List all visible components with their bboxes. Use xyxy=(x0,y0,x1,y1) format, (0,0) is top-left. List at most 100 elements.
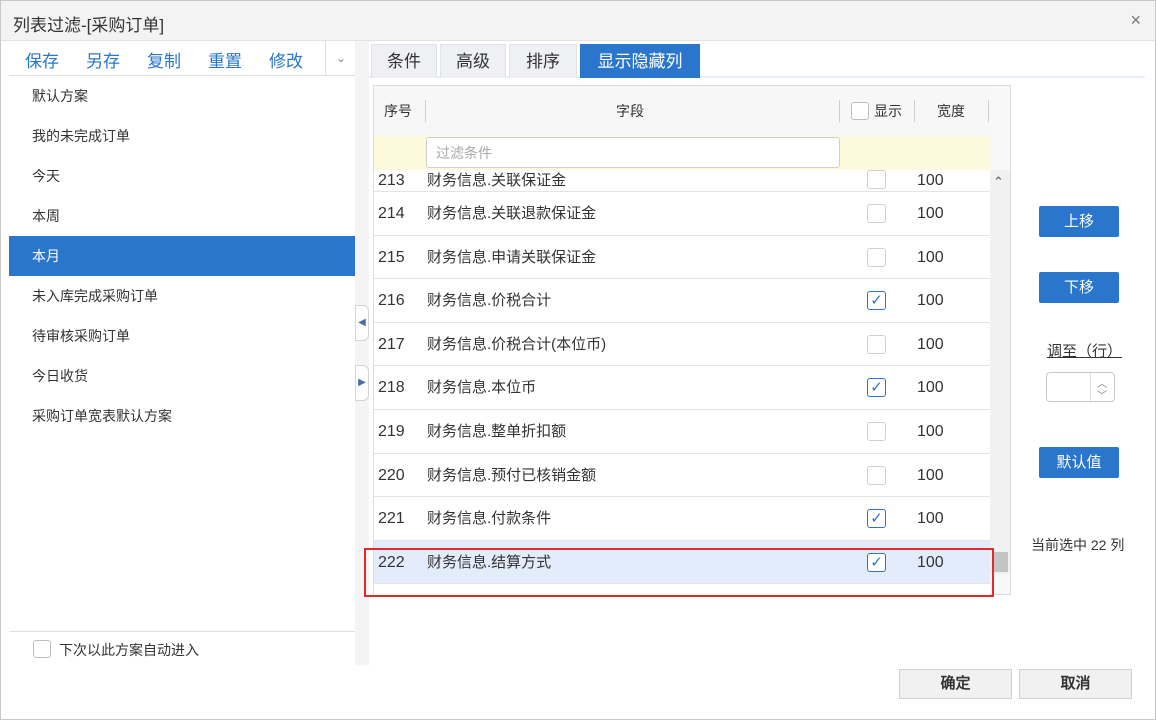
tab-bar: 条件 高级 排序 显示隐藏列 xyxy=(369,44,1145,78)
tab-show-hide-columns[interactable]: 显示隐藏列 xyxy=(580,44,700,78)
row-width[interactable]: 100 xyxy=(917,454,944,497)
table-row[interactable]: 215 财务信息.申请关联保证金 100 xyxy=(374,235,990,280)
scroll-thumb[interactable] xyxy=(992,552,1008,572)
modify-button[interactable]: 修改 xyxy=(269,47,303,72)
table-row[interactable]: 219 财务信息.整单折扣额 100 xyxy=(374,410,990,454)
dialog-title: 列表过滤-[采购订单] xyxy=(13,16,165,35)
scheme-item[interactable]: 今天 xyxy=(9,156,355,196)
table-row[interactable]: 218 财务信息.本位币 ✓ 100 xyxy=(374,366,990,410)
tab-sort[interactable]: 排序 xyxy=(509,44,577,78)
row-width[interactable]: 100 xyxy=(917,236,944,279)
scheme-item[interactable]: 待审核采购订单 xyxy=(9,316,355,356)
table-row[interactable]: 220 财务信息.预付已核销金额 100 xyxy=(374,453,990,498)
chevron-down-icon[interactable]: ⌄ xyxy=(325,41,356,76)
checkmark-icon: ✓ xyxy=(870,510,883,528)
row-seq: 222 xyxy=(378,553,405,571)
cancel-button[interactable]: 取消 xyxy=(1019,669,1132,699)
scheme-item[interactable]: 本月 xyxy=(9,236,355,276)
header-divider[interactable] xyxy=(914,100,915,122)
checkmark-icon: ✓ xyxy=(870,292,883,310)
header-width: 宽度 xyxy=(937,103,965,119)
filter-input[interactable] xyxy=(426,137,840,168)
table-row[interactable]: 221 财务信息.付款条件 ✓ 100 xyxy=(374,497,990,541)
row-field: 财务信息.付款条件 xyxy=(427,510,552,528)
chevron-down-icon[interactable]: ﹀ xyxy=(1097,387,1107,402)
row-width[interactable]: 100 xyxy=(917,170,944,192)
show-checkbox[interactable]: ✓ xyxy=(867,291,886,311)
auto-enter-row: 下次以此方案自动进入 xyxy=(9,631,356,665)
chevron-up-icon[interactable]: ⌃ xyxy=(993,174,1004,190)
scheme-item[interactable]: 默认方案 xyxy=(9,76,355,116)
title-bar: 列表过滤-[采购订单] × xyxy=(1,1,1155,41)
move-up-button[interactable]: 上移 xyxy=(1039,206,1119,237)
triangle-left-icon[interactable]: ◀ xyxy=(355,305,369,341)
row-seq: 219 xyxy=(378,423,405,440)
scheme-list: 默认方案 我的未完成订单 今天 本周 本月 未入库完成采购订单 待审核采购订单 今日收货 采购订… xyxy=(9,76,355,436)
show-all-checkbox[interactable] xyxy=(851,102,869,120)
row-width[interactable]: 100 xyxy=(917,410,944,453)
row-seq: 220 xyxy=(378,466,405,484)
reset-button[interactable]: 重置 xyxy=(208,47,242,72)
scheme-toolbar: 保存 另存 复制 重置 修改 ⌄ xyxy=(9,41,356,76)
header-divider[interactable] xyxy=(839,100,840,122)
checkmark-icon: ✓ xyxy=(870,553,883,571)
show-checkbox[interactable] xyxy=(867,334,886,354)
row-width[interactable]: 100 xyxy=(917,323,944,366)
scheme-item[interactable]: 我的未完成订单 xyxy=(9,116,355,156)
header-divider[interactable] xyxy=(988,100,989,122)
scheme-item[interactable]: 采购订单宽表默认方案 xyxy=(9,396,355,436)
row-width[interactable]: 100 xyxy=(917,279,944,322)
show-checkbox[interactable] xyxy=(867,204,886,223)
triangle-right-icon[interactable]: ▶ xyxy=(355,365,369,401)
row-seq: 218 xyxy=(378,379,405,397)
row-width[interactable]: 100 xyxy=(917,192,944,235)
show-checkbox[interactable]: ✓ xyxy=(867,378,886,398)
default-button[interactable]: 默认值 xyxy=(1039,447,1119,478)
show-checkbox[interactable] xyxy=(867,465,886,485)
tab-advanced[interactable]: 高级 xyxy=(440,44,506,78)
header-divider[interactable] xyxy=(425,100,426,122)
show-checkbox[interactable] xyxy=(867,422,886,441)
move-down-button[interactable]: 下移 xyxy=(1039,272,1119,303)
table-row[interactable]: 216 财务信息.价税合计 ✓ 100 xyxy=(374,279,990,323)
scheme-item[interactable]: 今日收货 xyxy=(9,356,355,396)
row-seq: 221 xyxy=(378,510,405,528)
row-width[interactable]: 100 xyxy=(917,366,944,409)
pane-splitter[interactable]: ◀ ▶ xyxy=(355,41,369,665)
show-checkbox[interactable] xyxy=(867,247,886,267)
table-row[interactable]: 213 财务信息.关联保证金 100 xyxy=(374,170,990,192)
table-row[interactable]: 214 财务信息.关联退款保证金 100 xyxy=(374,192,990,236)
scheme-pane: 保存 另存 复制 重置 修改 ⌄ 默认方案 我的未完成订单 今天 本周 本月 未入库完成采… xyxy=(9,41,356,665)
show-checkbox[interactable]: ✓ xyxy=(867,552,886,572)
row-field: 财务信息.预付已核销金额 xyxy=(427,466,597,484)
header-show: 显示 xyxy=(874,103,902,119)
grid-rows: 213 财务信息.关联保证金 100 214 财务信息.关联退款保证金 100 215 财务信… xyxy=(374,170,990,596)
goto-row-label: 调至（行） xyxy=(1047,343,1123,360)
selection-status: 当前选中 22 列 xyxy=(1031,537,1125,553)
row-field: 财务信息.结算方式 xyxy=(427,553,552,571)
row-width[interactable]: 100 xyxy=(917,497,944,540)
goto-row-input[interactable] xyxy=(1049,375,1089,399)
table-row[interactable]: 217 财务信息.价税合计(本位币) 100 xyxy=(374,322,990,367)
ok-button[interactable]: 确定 xyxy=(899,669,1012,699)
close-icon[interactable]: × xyxy=(1130,10,1141,31)
row-width[interactable]: 100 xyxy=(917,541,944,584)
grid-header: 序号 字段 显示 宽度 xyxy=(374,86,990,136)
save-as-button[interactable]: 另存 xyxy=(86,47,120,72)
checkmark-icon: ✓ xyxy=(870,379,883,397)
tab-conditions[interactable]: 条件 xyxy=(371,44,437,78)
save-button[interactable]: 保存 xyxy=(25,47,59,72)
table-row[interactable]: 222 财务信息.结算方式 ✓ 100 xyxy=(374,540,990,585)
auto-enter-checkbox[interactable] xyxy=(33,640,51,658)
show-checkbox[interactable] xyxy=(867,170,886,189)
header-field: 字段 xyxy=(616,103,644,119)
row-field: 财务信息.整单折扣额 xyxy=(427,423,567,440)
show-checkbox[interactable]: ✓ xyxy=(867,509,886,529)
row-field: 财务信息.价税合计(本位币) xyxy=(427,335,607,353)
scheme-item[interactable]: 未入库完成采购订单 xyxy=(9,276,355,316)
row-seq: 217 xyxy=(378,335,405,353)
header-seq: 序号 xyxy=(384,103,412,119)
copy-button[interactable]: 复制 xyxy=(147,47,181,72)
scheme-item[interactable]: 本周 xyxy=(9,196,355,236)
vertical-scrollbar[interactable]: ⌃ xyxy=(990,170,1010,574)
